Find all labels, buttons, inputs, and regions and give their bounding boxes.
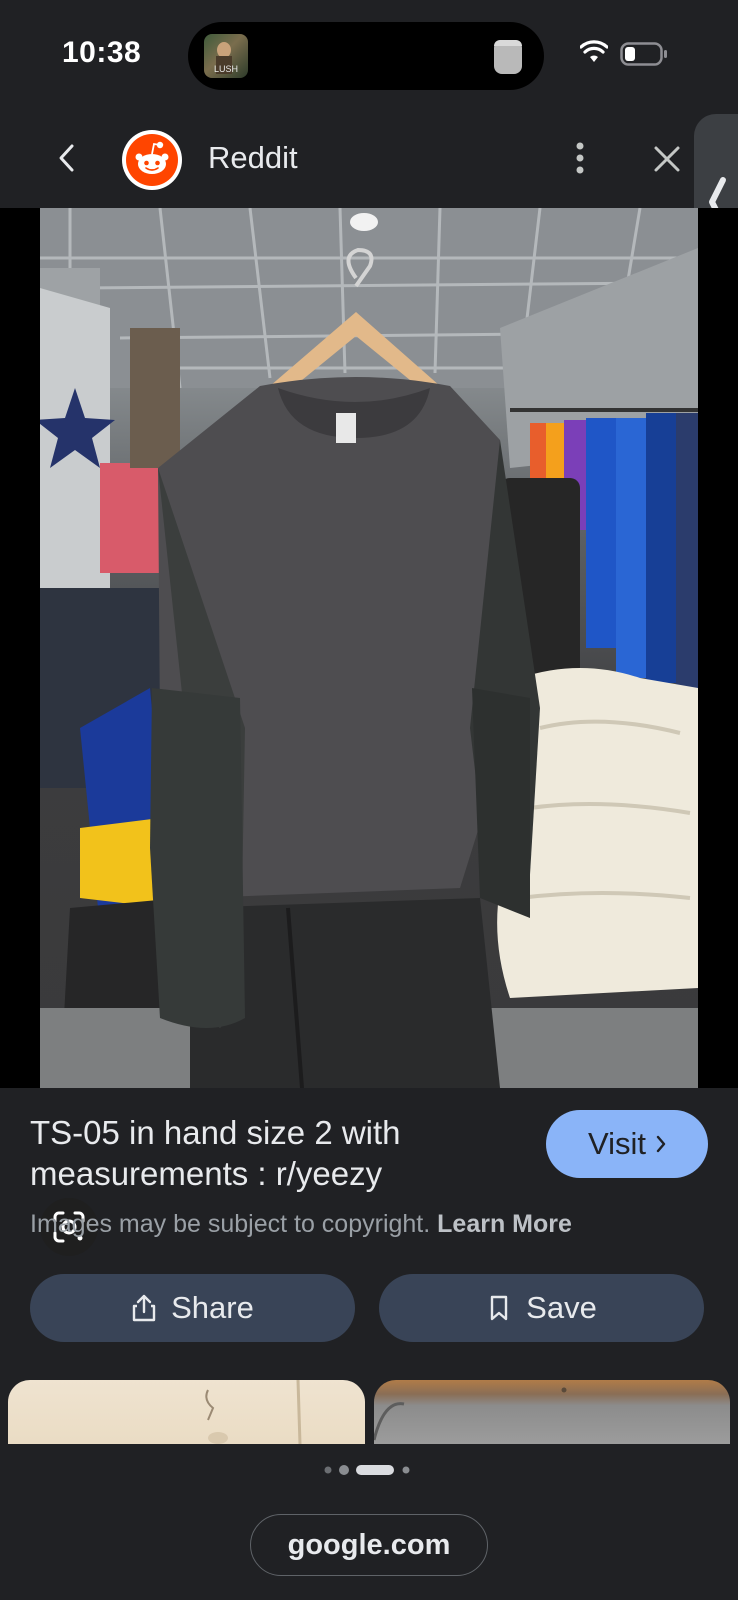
save-button[interactable]: Save <box>379 1274 704 1342</box>
now-playing-artwork: LUSH <box>204 34 248 78</box>
site-name: Reddit <box>208 140 298 175</box>
chevron-right-icon <box>656 1135 666 1153</box>
reddit-snoo-icon <box>126 134 178 186</box>
share-button[interactable]: Share <box>30 1274 355 1342</box>
app-bar: Reddit <box>0 110 738 208</box>
image-viewer[interactable] <box>0 208 738 1256</box>
save-label: Save <box>526 1290 597 1325</box>
copyright-text: Images may be subject to copyright. <box>30 1210 431 1238</box>
share-label: Share <box>171 1290 254 1325</box>
result-title[interactable]: TS-05 in hand size 2 with measurements :… <box>30 1112 530 1194</box>
reddit-logo <box>122 130 182 190</box>
homepod-icon <box>494 40 522 74</box>
copyright-notice: Images may be subject to copyright. Lear… <box>30 1210 572 1239</box>
learn-more-link[interactable]: Learn More <box>437 1210 572 1238</box>
related-image-thumbnail[interactable] <box>8 1380 365 1444</box>
back-icon[interactable] <box>52 140 82 176</box>
visit-label: Visit <box>587 1126 646 1161</box>
more-vert-icon[interactable] <box>568 138 592 178</box>
bottom-bar: google.com <box>0 1444 738 1600</box>
clock: 10:38 <box>62 36 142 69</box>
thumbnail-hanger-illustration <box>205 1380 302 1444</box>
thumbnail-texture-illustration <box>374 1387 567 1441</box>
visit-button[interactable]: Visit <box>546 1110 708 1178</box>
related-image-thumbnail[interactable] <box>374 1380 730 1444</box>
battery-icon <box>620 42 667 66</box>
close-icon[interactable] <box>652 144 682 174</box>
bookmark-icon <box>490 1295 508 1321</box>
wifi-icon <box>580 40 608 62</box>
page-indicator <box>324 1465 410 1475</box>
share-icon <box>132 1294 156 1322</box>
result-image <box>40 208 698 1088</box>
artwork-label: LUSH <box>213 64 238 74</box>
status-bar: 10:38 LUSH <box>0 0 738 110</box>
shirt-photo-illustration <box>40 208 698 1088</box>
dynamic-island[interactable]: LUSH <box>188 22 544 90</box>
url-bar[interactable]: google.com <box>250 1514 488 1576</box>
